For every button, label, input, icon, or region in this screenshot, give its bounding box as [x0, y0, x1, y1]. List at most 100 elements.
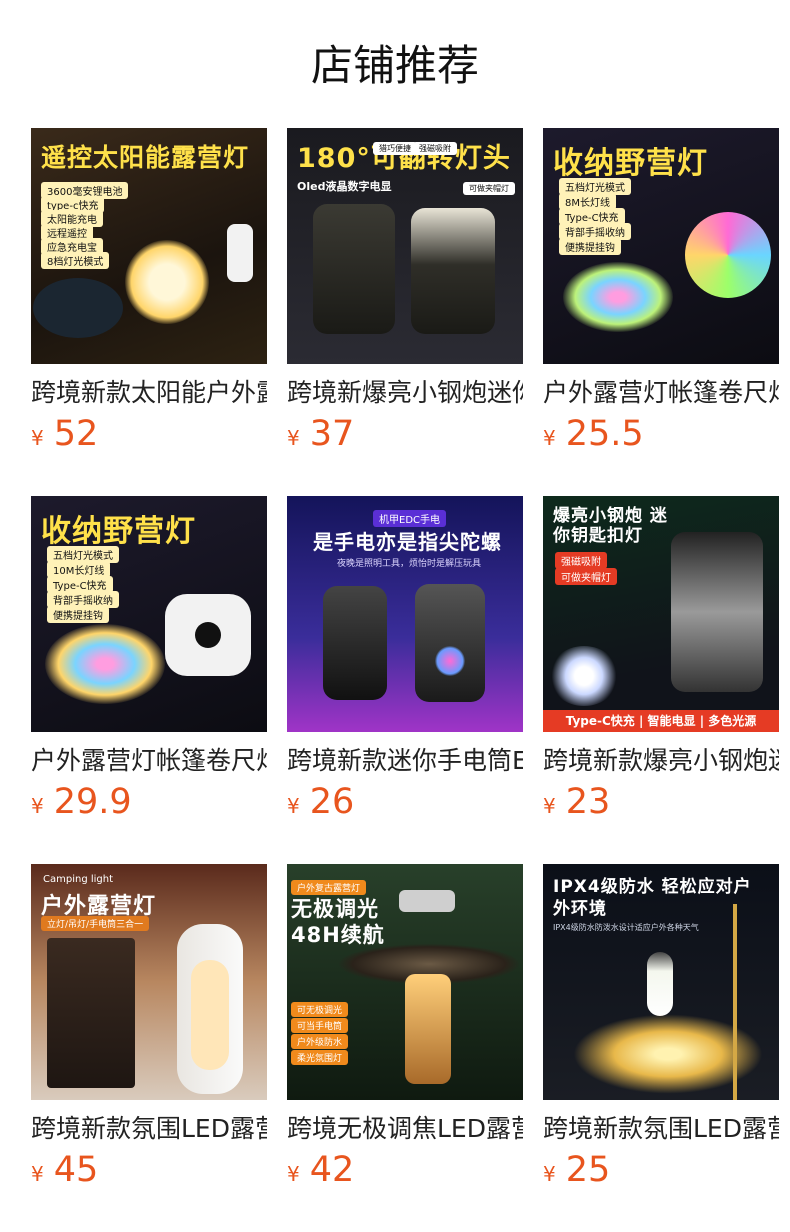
price-amount: 29.9 — [53, 782, 132, 822]
lantern-cap-icon — [399, 890, 455, 912]
flashlight-icon — [415, 584, 485, 702]
product-price: ¥ 26 — [287, 782, 354, 826]
currency-symbol: ¥ — [31, 1162, 44, 1186]
image-headline: 收纳野营灯 — [41, 514, 196, 549]
price-amount: 23 — [565, 782, 611, 822]
product-card[interactable]: 户外复古露营灯 无极调光 48H续航 可无极调光 可当手电筒 户外级防水 柔光氛… — [287, 864, 523, 1232]
image-tag: 可当手电筒 — [291, 1018, 349, 1033]
image-tag: 强磁吸附 — [555, 552, 607, 569]
solar-panel-icon — [33, 278, 123, 338]
product-price: ¥ 52 — [31, 414, 98, 458]
product-image[interactable]: 爆亮小钢炮 迷你钥匙扣灯 强磁吸附 可做夹帽灯 Type-C快充 | 智能电显 … — [543, 496, 779, 732]
image-tag: 柔光氛围灯 — [291, 1050, 349, 1065]
lantern-light-icon — [191, 960, 229, 1070]
image-headline: 爆亮小钢炮 迷你钥匙扣灯 — [553, 506, 668, 546]
image-tag: 猎巧便捷 — [373, 142, 417, 155]
currency-symbol: ¥ — [31, 794, 44, 818]
price-amount: 45 — [53, 1150, 99, 1190]
product-price: ¥ 29.9 — [31, 782, 132, 826]
image-headline: 无极调光 48H续航 — [291, 897, 385, 947]
product-price: ¥ 37 — [287, 414, 354, 458]
currency-symbol: ¥ — [287, 426, 300, 450]
keychain-light-icon — [671, 532, 763, 692]
image-tag: 8档灯光模式 — [41, 252, 110, 269]
lantern-glow-icon — [125, 240, 209, 324]
product-price: ¥ 25 — [543, 1150, 610, 1194]
currency-symbol: ¥ — [31, 426, 44, 450]
page-title: 店铺推荐 — [310, 41, 479, 90]
led-glow-icon — [435, 646, 465, 676]
image-tag: 户外复古露营灯 — [291, 880, 367, 895]
image-headline: 收纳野营灯 — [553, 146, 708, 181]
price-amount: 25 — [565, 1150, 611, 1190]
image-tag: 便携提挂钩 — [559, 238, 621, 255]
image-subhead: Camping light — [43, 874, 114, 885]
product-image[interactable]: Camping light 户外露营灯 立灯/吊灯/手电筒三合一 — [31, 864, 267, 1100]
string-lights-icon — [45, 624, 165, 704]
product-name[interactable]: 户外露营灯帐篷卷尺灯 — [543, 376, 779, 410]
product-card[interactable]: Camping light 户外露营灯 立灯/吊灯/手电筒三合一 跨境新款氛围L… — [31, 864, 267, 1232]
image-tag: 机甲EDC手电 — [373, 510, 447, 527]
product-name[interactable]: 跨境新款迷你手电筒EDC — [287, 744, 523, 778]
currency-symbol: ¥ — [543, 1162, 556, 1186]
product-name[interactable]: 跨境新款太阳能户外露营灯 — [31, 376, 267, 410]
filament-icon — [405, 974, 451, 1084]
image-tag: 可做夹帽灯 — [555, 568, 617, 585]
currency-symbol: ¥ — [543, 426, 556, 450]
product-card[interactable]: 爆亮小钢炮 迷你钥匙扣灯 强磁吸附 可做夹帽灯 Type-C快充 | 智能电显 … — [543, 496, 779, 864]
image-tag: 可做夹帽灯 — [463, 182, 515, 195]
image-tag: 户外级防水 — [291, 1034, 349, 1049]
image-tag: 立灯/吊灯/手电筒三合一 — [41, 916, 150, 931]
product-image[interactable]: 户外复古露营灯 无极调光 48H续航 可无极调光 可当手电筒 户外级防水 柔光氛… — [287, 864, 523, 1100]
stand-pole-icon — [733, 904, 737, 1100]
product-image[interactable]: IPX4级防水 轻松应对户外环境 IPX4级防水防泼水设计适应户外各种天气 — [543, 864, 779, 1100]
product-card[interactable]: IPX4级防水 轻松应对户外环境 IPX4级防水防泼水设计适应户外各种天气 跨境… — [543, 864, 779, 1232]
product-image[interactable]: 180°可翻转灯头 猎巧便捷 强磁吸附 可做夹帽灯 Oled液晶数字电显 — [287, 128, 523, 364]
price-amount: 52 — [53, 414, 99, 454]
product-price: ¥ 23 — [543, 782, 610, 826]
image-headline: IPX4级防水 轻松应对户外环境 — [553, 877, 752, 919]
product-price: ¥ 25.5 — [543, 414, 644, 458]
image-tag: 可无极调光 — [291, 1002, 349, 1017]
image-headline: 是手电亦是指尖陀螺 — [313, 530, 502, 554]
currency-symbol: ¥ — [287, 794, 300, 818]
mode-grid-icon — [47, 938, 135, 1088]
beam-glow-icon — [549, 646, 619, 706]
image-footer: Type-C快充 | 智能电显 | 多色光源 — [543, 710, 779, 732]
product-card[interactable]: 收纳野营灯 五档灯光模式 8M长灯线 Type-C快充 背部手摇收纳 便携提挂钩… — [543, 128, 779, 496]
currency-symbol: ¥ — [543, 794, 556, 818]
product-grid: 遥控太阳能露营灯 3600毫安锂电池 type-c快充 太阳能充电 远程遥控 应… — [31, 128, 779, 1232]
product-name[interactable]: 跨境新款氛围LED露营灯 — [31, 1112, 267, 1146]
price-amount: 25.5 — [565, 414, 644, 454]
image-tag: 便携提挂钩 — [47, 606, 109, 623]
product-name[interactable]: 跨境新款氛围LED露营灯 — [543, 1112, 779, 1146]
product-image[interactable]: 机甲EDC手电 是手电亦是指尖陀螺 夜晚是照明工具，烦怡时是解压玩具 — [287, 496, 523, 732]
image-headline: 遥控太阳能露营灯 — [41, 143, 250, 172]
product-image[interactable]: 遥控太阳能露营灯 3600毫安锂电池 type-c快充 太阳能充电 远程遥控 应… — [31, 128, 267, 364]
flashlight-icon — [411, 208, 495, 334]
remote-control-icon — [227, 224, 253, 282]
product-name[interactable]: 跨境新款爆亮小钢炮迷你 — [543, 744, 779, 778]
flashlight-icon — [313, 204, 395, 334]
product-card[interactable]: 180°可翻转灯头 猎巧便捷 强磁吸附 可做夹帽灯 Oled液晶数字电显 跨境新… — [287, 128, 523, 496]
product-card[interactable]: 遥控太阳能露营灯 3600毫安锂电池 type-c快充 太阳能充电 远程遥控 应… — [31, 128, 267, 496]
image-subhead: Oled液晶数字电显 — [297, 180, 392, 193]
image-tag: 强磁吸附 — [413, 142, 457, 155]
product-image[interactable]: 收纳野营灯 五档灯光模式 10M长灯线 Type-C快充 背部手摇收纳 便携提挂… — [31, 496, 267, 732]
product-card[interactable]: 机甲EDC手电 是手电亦是指尖陀螺 夜晚是照明工具，烦怡时是解压玩具 跨境新款迷… — [287, 496, 523, 864]
product-price: ¥ 42 — [287, 1150, 354, 1194]
image-subhead: 夜晚是照明工具，烦怡时是解压玩具 — [337, 559, 482, 569]
product-card[interactable]: 收纳野营灯 五档灯光模式 10M长灯线 Type-C快充 背部手摇收纳 便携提挂… — [31, 496, 267, 864]
price-amount: 26 — [309, 782, 355, 822]
price-amount: 42 — [309, 1150, 355, 1190]
flashlight-icon — [323, 586, 387, 700]
string-lights-icon — [563, 262, 673, 332]
image-subhead: IPX4级防水防泼水设计适应户外各种天气 — [553, 923, 699, 932]
product-name[interactable]: 跨境无极调焦LED露营灯 — [287, 1112, 523, 1146]
product-name[interactable]: 跨境新爆亮小钢炮迷你手电 — [287, 376, 523, 410]
product-name[interactable]: 户外露营灯帐篷卷尺灯 — [31, 744, 267, 778]
lamp-knob-icon — [195, 622, 221, 648]
rgb-lamp-icon — [685, 212, 771, 298]
product-price: ¥ 45 — [31, 1150, 98, 1194]
product-image[interactable]: 收纳野营灯 五档灯光模式 8M长灯线 Type-C快充 背部手摇收纳 便携提挂钩 — [543, 128, 779, 364]
